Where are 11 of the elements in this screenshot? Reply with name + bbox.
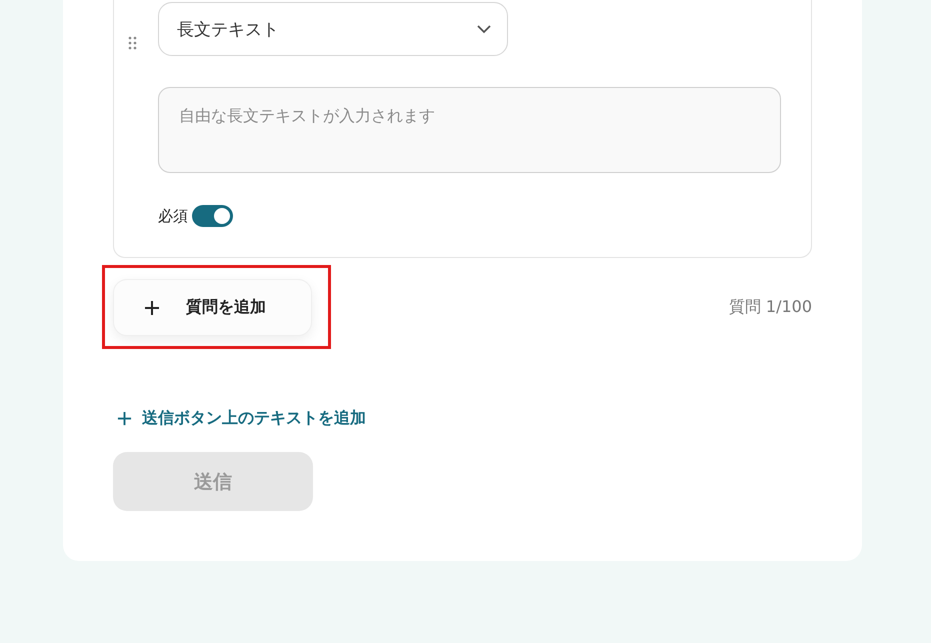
add-text-link[interactable]: 送信ボタン上のテキストを追加	[117, 408, 366, 429]
question-count: 質問 1/100	[728, 297, 812, 318]
chevron-down-icon	[477, 24, 491, 34]
required-label: 必須	[158, 206, 188, 226]
add-question-button[interactable]: 質問を追加	[113, 279, 312, 336]
answer-field[interactable]: 自由な長文テキストが入力されます	[158, 87, 781, 173]
required-toggle[interactable]	[192, 205, 233, 227]
plus-icon	[117, 411, 132, 426]
plus-icon	[144, 300, 160, 316]
type-select[interactable]: 長文テキスト	[158, 2, 508, 56]
drag-handle-icon[interactable]	[128, 36, 138, 50]
